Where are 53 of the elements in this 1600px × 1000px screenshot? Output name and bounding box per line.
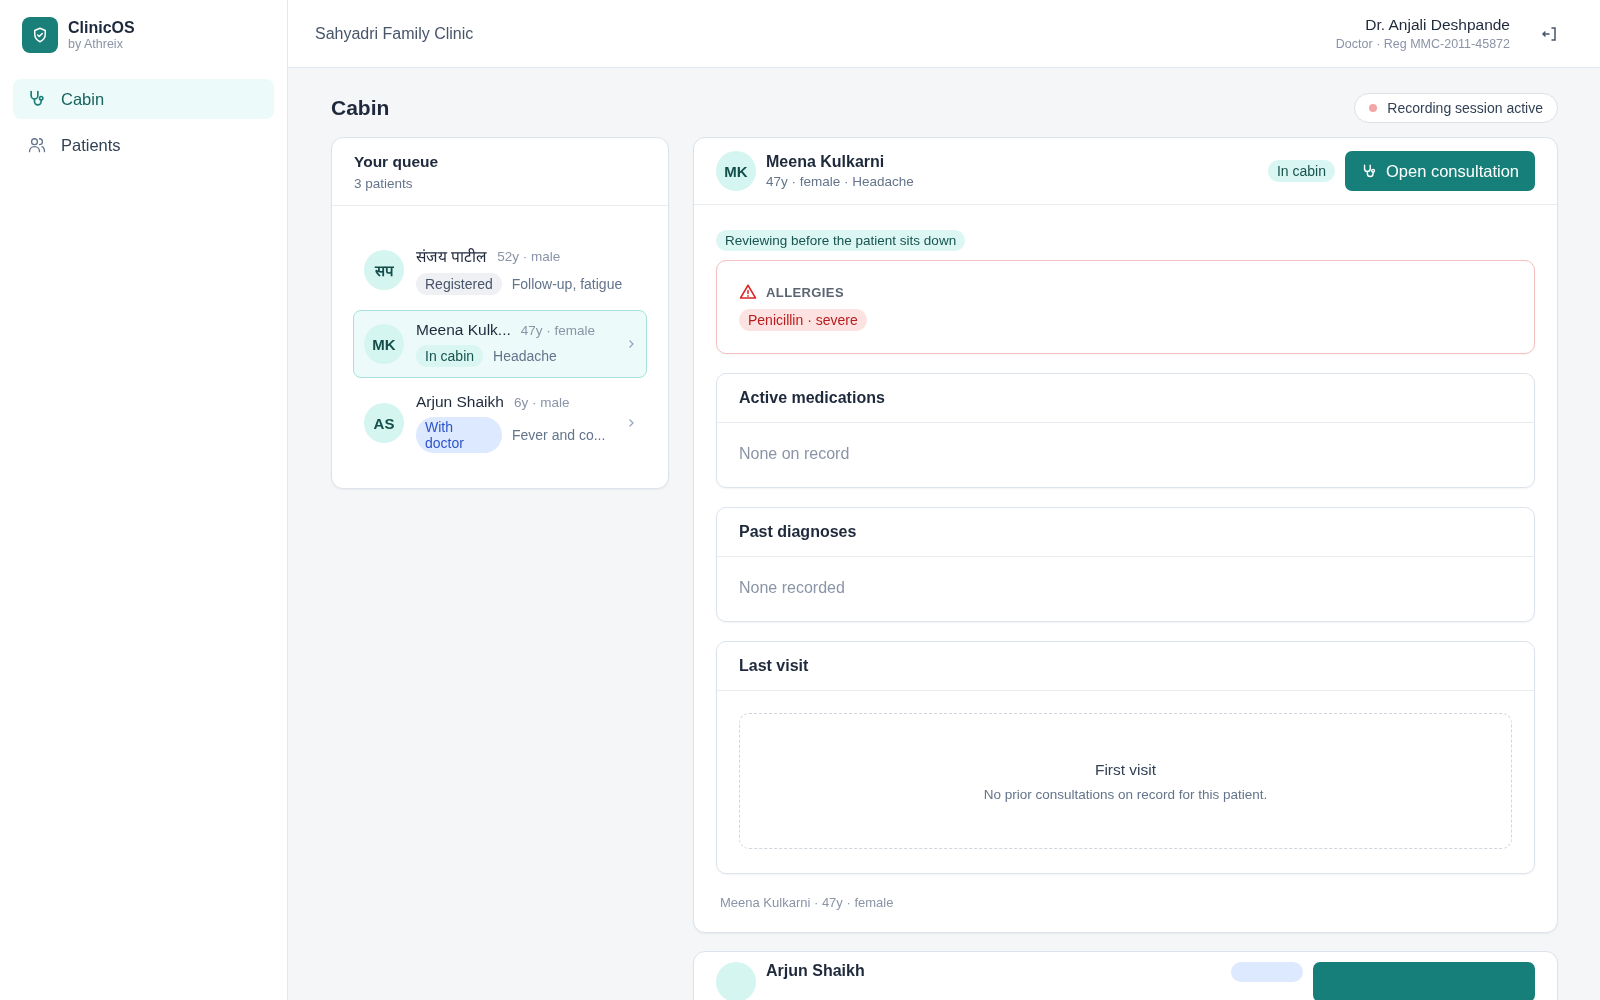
app-name: ClinicOS (68, 19, 135, 37)
section-text: None on record (739, 445, 850, 462)
empty-title: First visit (1094, 760, 1157, 779)
avatar: सप (364, 250, 404, 290)
stethoscope-icon (27, 89, 47, 109)
avatar: MK (364, 324, 404, 364)
page-title: Cabin (331, 96, 390, 120)
patient-meta: 6y · male (513, 394, 570, 410)
users-icon (27, 135, 47, 155)
status-badge: With doctor (416, 417, 502, 453)
user-name: Dr. Anjali Deshpande (1365, 16, 1510, 34)
status-badge: In cabin (1267, 160, 1335, 182)
open-consultation-button[interactable]: Open consultation (1345, 151, 1535, 191)
section-title: Last visit (739, 657, 809, 674)
section-title: Past diagnoses (739, 523, 857, 540)
patient-name: संजय पाटील (416, 247, 488, 267)
section-title: Active medications (739, 389, 885, 406)
queue-title: Your queue (354, 153, 440, 171)
warning-icon (739, 283, 757, 301)
avatar: AS (364, 403, 404, 443)
queue-item[interactable]: सप संजय पाटील 52y · male Registered Follow-up, fatigue (353, 234, 647, 306)
queue-item[interactable]: AS Arjun Shaikh 6y · male With doctor Fever and co... (353, 382, 647, 464)
nav-item[interactable]: Cabin (13, 79, 274, 119)
patient-name: Arjun Shaikh (416, 393, 504, 411)
patient-name: Meena Kulk... (416, 321, 511, 339)
allergy-tag: Penicillin · severe (739, 309, 867, 331)
empty-text: No prior consultations on record for this patient. (983, 786, 1268, 802)
clinic-name: Sahyadri Family Clinic (315, 24, 474, 43)
queue-item[interactable]: MK Meena Kulk... 47y · female In cabin Headache (353, 310, 647, 378)
patient-meta: 52y · male (497, 248, 561, 264)
queue-count: 3 patients (354, 176, 414, 191)
section-text: None recorded (739, 579, 845, 596)
patient-meta: 47y · female · Headache (766, 174, 915, 189)
shield-logo-icon (22, 17, 58, 53)
nav-item[interactable]: Patients (13, 125, 274, 165)
status-badge: Registered (416, 273, 502, 295)
app-subtitle: by Athreix (68, 37, 124, 51)
visit-reason: Fever and co... (512, 427, 606, 443)
status-badge: In cabin (416, 345, 484, 367)
review-note: Reviewing before the patient sits down (716, 230, 966, 251)
visit-reason: Follow-up, fatigue (511, 276, 623, 292)
stethoscope-icon (1361, 162, 1378, 180)
patient-summary: Meena Kulkarni · 47y · female (719, 895, 895, 910)
avatar: MK (716, 151, 756, 191)
allergies-title: ALLERGIES (766, 284, 844, 300)
patient-meta: 47y · female (520, 322, 596, 338)
user-role: Doctor · Reg MMC-2011-45872 (1335, 37, 1510, 51)
recording-badge: Recording session active (1354, 93, 1558, 123)
status-badge (1231, 962, 1303, 982)
patient-name: Meena Kulkarni (766, 153, 886, 171)
visit-reason: Headache (493, 348, 557, 364)
avatar (716, 962, 756, 1000)
patient-name: Arjun Shaikh (766, 962, 866, 980)
